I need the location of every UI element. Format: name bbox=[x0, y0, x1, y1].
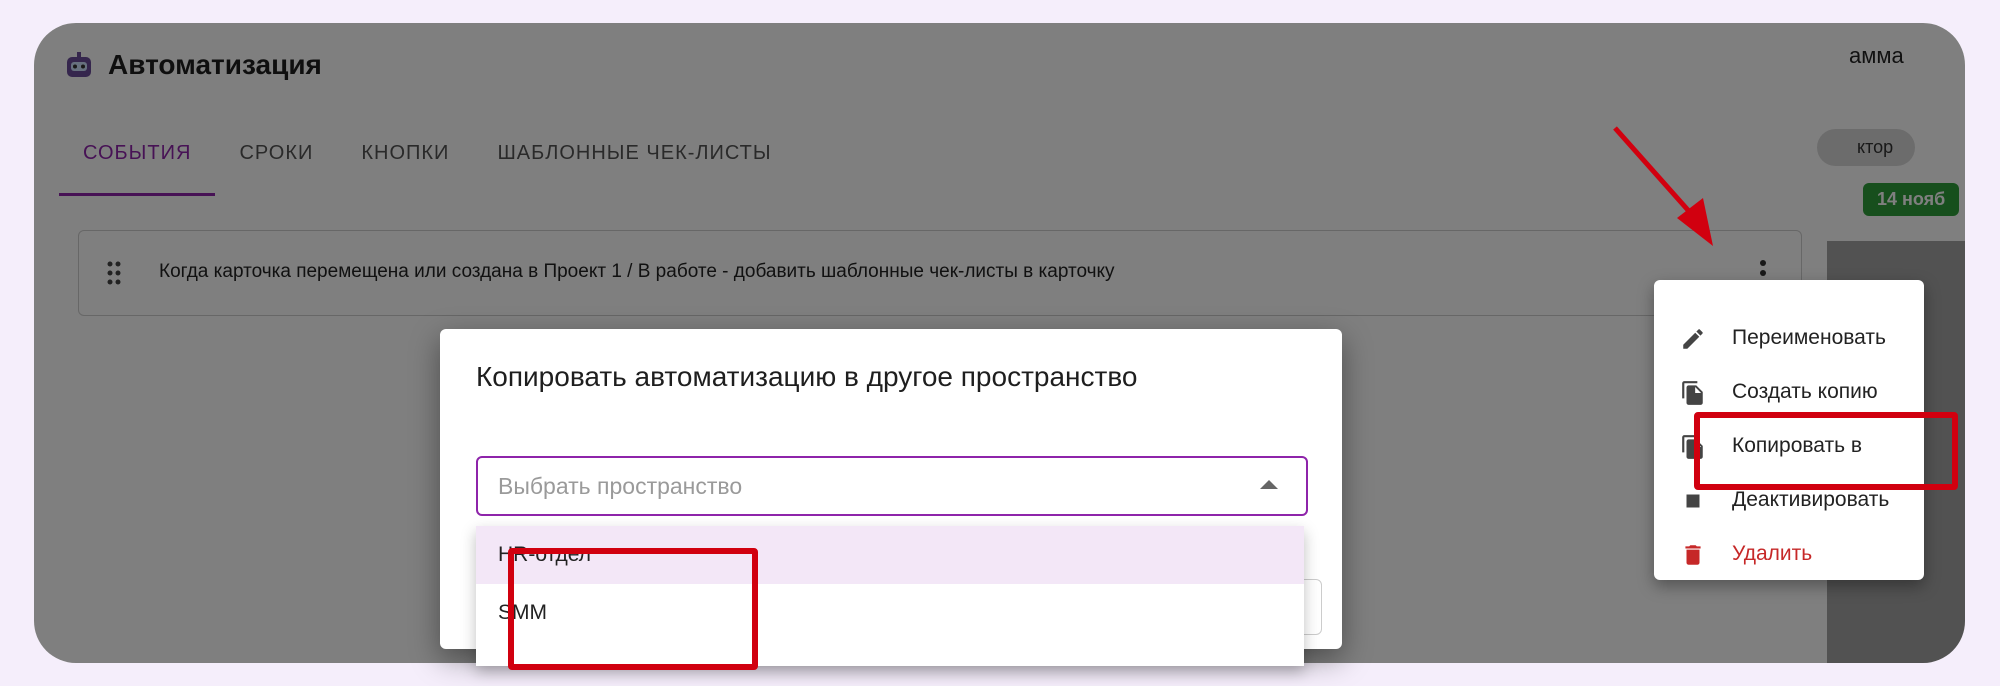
annotation-arrow-icon bbox=[1613, 126, 1713, 246]
menu-item-label: Деактивировать bbox=[1732, 488, 1890, 511]
menu-item-delete[interactable]: Удалить bbox=[1654, 528, 1924, 582]
menu-item-label: Удалить bbox=[1732, 542, 1813, 565]
annotation-highlight-options bbox=[508, 548, 758, 670]
annotation-highlight-copy-to bbox=[1694, 412, 1958, 490]
menu-item-rename[interactable]: Переименовать bbox=[1654, 312, 1924, 366]
dialog-title: Копировать автоматизацию в другое простр… bbox=[476, 361, 1138, 392]
menu-item-label: Создать копию bbox=[1732, 380, 1878, 403]
pencil-icon bbox=[1683, 329, 1703, 349]
caret-up-icon bbox=[1260, 480, 1278, 489]
copy-icon bbox=[1682, 381, 1703, 405]
space-select[interactable]: Выбрать пространство bbox=[476, 456, 1308, 516]
trash-icon bbox=[1685, 545, 1701, 565]
space-select-placeholder: Выбрать пространство bbox=[498, 473, 743, 499]
menu-item-label: Переименовать bbox=[1732, 326, 1886, 349]
stop-icon bbox=[1686, 494, 1700, 508]
